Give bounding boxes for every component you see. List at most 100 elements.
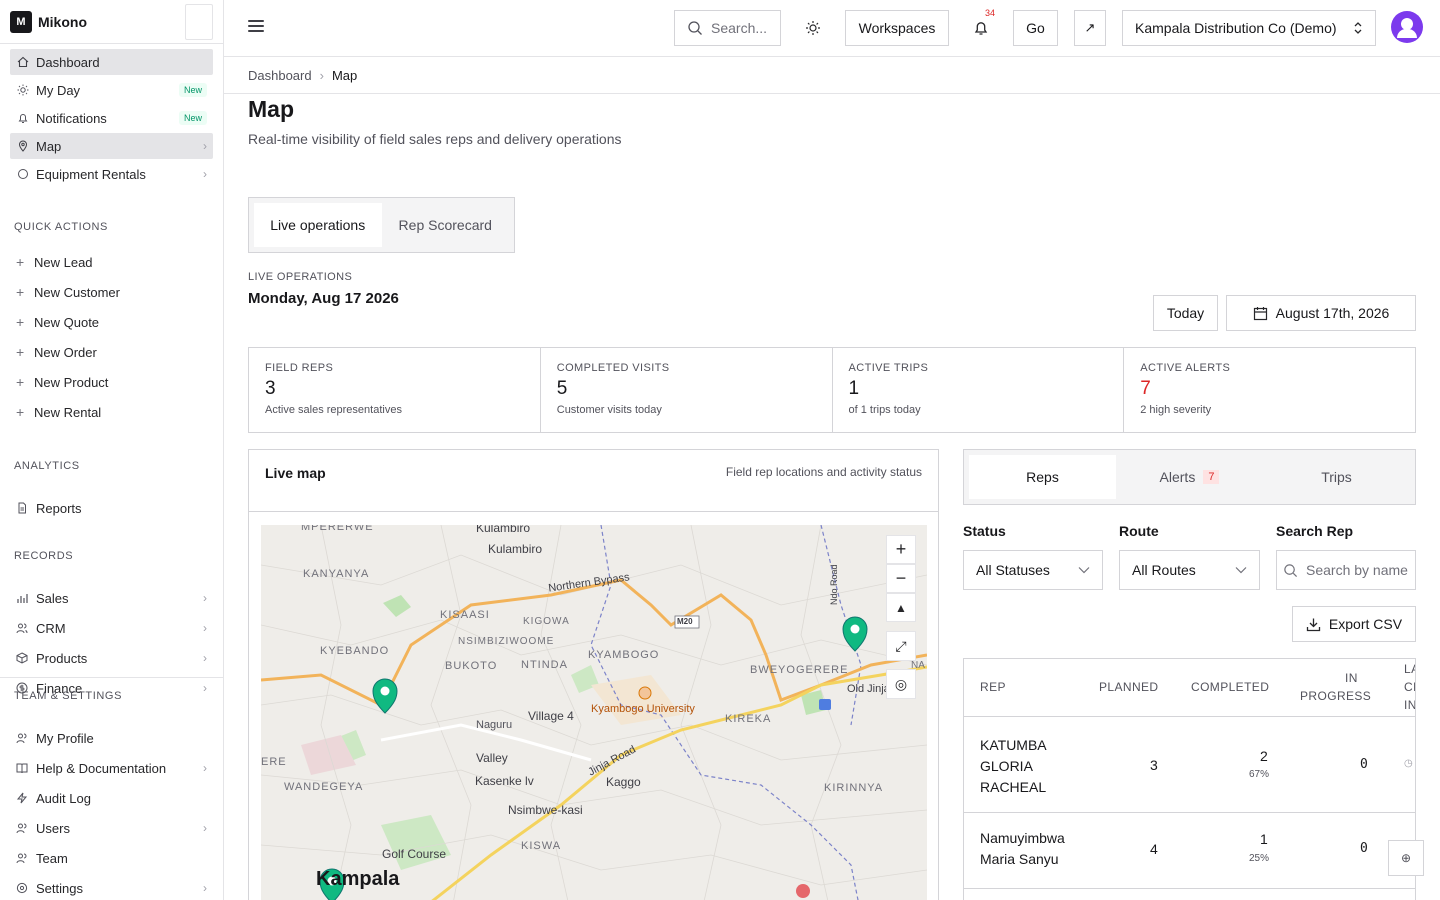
map-label: KYAMBOGO: [588, 649, 660, 661]
workspaces-button[interactable]: Workspaces: [845, 10, 949, 46]
chevrons-up-down-icon: [1354, 22, 1362, 34]
table-row[interactable]: KATUMBA GLORIA RACHEAL 3 2 67% 0 ◷: [964, 717, 1415, 813]
nav-label: Dashboard: [36, 54, 100, 70]
sidebar-item-label: Users: [36, 820, 70, 836]
column-header-last-checkin[interactable]: LA: [1404, 662, 1415, 676]
stat-desc: Active sales representatives: [265, 404, 402, 416]
users-icon: [16, 732, 30, 744]
quick-action-new-rental[interactable]: + New Rental: [0, 397, 223, 427]
sidebar-item-help[interactable]: Help & Documentation ›: [0, 753, 223, 783]
table-row[interactable]: Namuyimbwa Maria Sanyu 4 1 25% 0: [964, 813, 1415, 889]
nav-item-dashboard[interactable]: Dashboard: [10, 49, 213, 75]
sidebar-item-reports[interactable]: Reports: [0, 493, 223, 523]
stat-label: ACTIVE ALERTS: [1140, 362, 1231, 374]
quick-action-label: New Customer: [34, 284, 120, 300]
fullscreen-button[interactable]: ⤢: [886, 631, 916, 661]
nav-item-equipment-rentals[interactable]: Equipment Rentals ›: [10, 161, 213, 187]
zoom-out-button[interactable]: −: [886, 564, 916, 593]
map-label-city: Kampala: [316, 868, 400, 890]
sidebar-toggle-button[interactable]: [185, 3, 213, 40]
company-switcher[interactable]: Kampala Distribution Co (Demo): [1122, 10, 1376, 46]
locate-button[interactable]: ◎: [886, 669, 916, 699]
sidebar-item-settings[interactable]: Settings ›: [0, 873, 223, 900]
tab-trips[interactable]: Trips: [1263, 455, 1410, 499]
export-csv-button[interactable]: Export CSV: [1292, 606, 1416, 642]
map-label: KANYANYA: [303, 568, 370, 580]
today-button[interactable]: Today: [1153, 295, 1218, 331]
map-canvas[interactable]: MPERERWE Kulambiro Kulambiro KANYANYA No…: [261, 525, 927, 900]
stat-label: FIELD REPS: [265, 362, 334, 374]
floating-action-button[interactable]: ⊕: [1388, 840, 1424, 876]
map-label: Kasenke lv: [475, 774, 534, 788]
zoom-in-button[interactable]: +: [886, 535, 916, 564]
route-filter-select[interactable]: All Routes: [1119, 550, 1260, 590]
quick-action-new-lead[interactable]: + New Lead: [0, 247, 223, 277]
quick-action-new-quote[interactable]: + New Quote: [0, 307, 223, 337]
external-link-button[interactable]: ↗: [1074, 10, 1106, 46]
sidebar-item-crm[interactable]: CRM ›: [0, 613, 223, 643]
quick-actions-list: + New Lead + New Customer + New Quote + New …: [0, 247, 223, 427]
tab-live-operations[interactable]: Live operations: [254, 203, 382, 247]
fullscreen-icon: ⤢: [895, 637, 907, 654]
reps-table: REP PLANNED COMPLETED IN PROGRESS LA CH …: [963, 658, 1416, 900]
column-header-in[interactable]: IN: [1345, 671, 1358, 685]
stat-desc: Customer visits today: [556, 404, 662, 416]
tab-reps[interactable]: Reps: [969, 455, 1116, 499]
column-header-completed[interactable]: COMPLETED: [1191, 680, 1269, 694]
map-label: ERE: [261, 756, 287, 768]
nav-item-my-day[interactable]: My Day New: [10, 77, 213, 103]
sidebar-item-sales[interactable]: Sales ›: [0, 583, 223, 613]
map-label: KISAASI: [440, 609, 490, 621]
sidebar-item-label: Settings: [36, 880, 83, 896]
status-filter-label: Status: [963, 523, 1006, 539]
nav-item-notifications[interactable]: Notifications New: [10, 105, 213, 131]
search-icon: [1284, 563, 1298, 577]
sidebar-item-products[interactable]: Products ›: [0, 643, 223, 673]
map-label: M20: [677, 617, 693, 626]
map-label: Nsimbwe-kasi: [508, 803, 583, 817]
column-header-planned[interactable]: PLANNED: [1099, 680, 1158, 694]
quick-action-new-customer[interactable]: + New Customer: [0, 277, 223, 307]
menu-icon[interactable]: [248, 20, 264, 34]
column-header-progress[interactable]: PROGRESS: [1300, 689, 1371, 703]
user-avatar[interactable]: [1391, 11, 1423, 43]
sidebar-item-users[interactable]: Users ›: [0, 813, 223, 843]
table-header: REP PLANNED COMPLETED IN PROGRESS LA CH …: [964, 659, 1415, 717]
tab-label: Alerts: [1159, 469, 1196, 485]
quick-action-new-product[interactable]: + New Product: [0, 367, 223, 397]
map-label: KYEBANDO: [320, 645, 390, 657]
tab-rep-scorecard[interactable]: Rep Scorecard: [382, 203, 510, 247]
go-button[interactable]: Go: [1013, 10, 1058, 46]
map-label: WANDEGEYA: [284, 781, 364, 793]
date-picker-button[interactable]: August 17th, 2026: [1226, 295, 1416, 331]
quick-action-label: New Order: [34, 344, 97, 360]
sidebar-item-audit-log[interactable]: Audit Log: [0, 783, 223, 813]
nav-item-map[interactable]: Map ›: [10, 133, 213, 159]
column-header-rep[interactable]: REP: [980, 680, 1006, 694]
locate-icon: ◎: [894, 675, 908, 692]
completed-count: 2: [1260, 748, 1268, 764]
quick-action-new-order[interactable]: + New Order: [0, 337, 223, 367]
download-icon: [1306, 618, 1321, 631]
sidebar-item-my-profile[interactable]: My Profile: [0, 723, 223, 753]
compass-button[interactable]: ▲: [886, 593, 916, 622]
sidebar-item-label: Team: [36, 850, 68, 866]
book-icon: [16, 762, 30, 774]
alerts-count-badge: 7: [1203, 470, 1220, 484]
breadcrumb-dashboard[interactable]: Dashboard: [248, 68, 312, 83]
theme-toggle-button[interactable]: [796, 10, 830, 46]
search-icon: [688, 21, 702, 35]
hospital-icon: [796, 884, 810, 898]
stat-desc: 2 high severity: [1140, 404, 1212, 416]
route-filter-label: Route: [1119, 523, 1159, 539]
sidebar-item-team[interactable]: Team: [0, 843, 223, 873]
calendar-icon: [1253, 306, 1267, 320]
search-button[interactable]: Search...: [674, 10, 781, 46]
tab-alerts[interactable]: Alerts 7: [1116, 455, 1263, 499]
analytics-title: ANALYTICS: [14, 460, 80, 472]
status-filter-select[interactable]: All Statuses: [963, 550, 1103, 590]
live-map-desc: Field rep locations and activity status: [725, 465, 922, 479]
search-rep-input[interactable]: Search by name: [1276, 550, 1416, 590]
right-panel-tabs: Reps Alerts 7 Trips: [963, 449, 1416, 505]
users-icon: [16, 622, 30, 634]
